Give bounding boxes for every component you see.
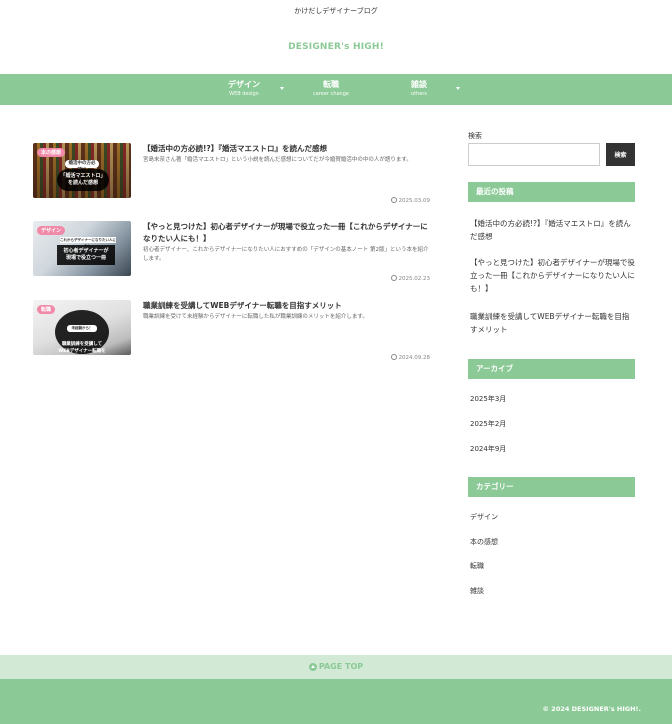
post-excerpt: 宮島未奈さん著「婚活マエストロ」という小説を読んだ感想についてだが今婚賀婚活中の… <box>143 157 412 163</box>
nav-item-sublabel: career change <box>313 91 349 97</box>
recent-post-link[interactable]: 【やっと見つけた】初心者デザイナーが現場で役立った一冊【これからデザイナーになり… <box>470 256 635 295</box>
post-title[interactable]: 【やっと見つけた】初心者デザイナーが現場で役立った一冊【これからデザイナーになり… <box>143 221 430 245</box>
post-thumbnail[interactable]: デザイン これからデザイナーになりたい人にも！ 初心者デザイナーが 現場で役立つ… <box>33 221 131 276</box>
post-thumbnail[interactable]: 本の感想 婚活中の方必読!? 「婚活マエストロ」 を読んだ感想 <box>33 143 131 198</box>
archive-link[interactable]: 2024年9月 <box>470 444 506 454</box>
site-logo[interactable]: DESIGNER's HIGH! <box>0 42 672 52</box>
global-nav: デザイン WEB design 転職 career change 雑談 othe… <box>0 74 672 105</box>
category-link[interactable]: 雑談 <box>470 586 484 596</box>
thumbnail-title: 初心者デザイナーが 現場で役立つ一冊 <box>57 245 115 265</box>
chevron-down-icon[interactable] <box>280 87 284 90</box>
site-footer: © 2024 DESIGNER's HIGH!. <box>0 679 672 724</box>
chevron-down-icon[interactable] <box>456 87 460 90</box>
post-thumbnail[interactable]: 転職 未経験から！ 職業訓練を受講して WEBデザイナー転職を 目指すメリット <box>33 300 131 355</box>
widget-title-category: カテゴリー <box>468 477 635 497</box>
category-tag: デザイン <box>37 226 66 235</box>
search-input[interactable] <box>468 143 600 166</box>
thumbnail-title: 「婚活マエストロ」 を読んだ感想 <box>57 169 109 191</box>
nav-item-career[interactable]: 転職 career change <box>306 79 356 99</box>
nav-item-design[interactable]: デザイン WEB design <box>222 79 266 99</box>
nav-item-sublabel: others <box>411 91 427 97</box>
nav-item-label: 雑談 <box>411 80 427 89</box>
category-link[interactable]: デザイン <box>470 512 498 522</box>
category-link[interactable]: 転職 <box>470 561 484 571</box>
post-title[interactable]: 【婚活中の方必読!?】『婚活マエストロ』を読んだ感想 <box>143 143 430 155</box>
category-tag: 本の感想 <box>37 148 66 157</box>
nav-item-label: デザイン <box>228 80 260 89</box>
page-top-button[interactable]: PAGE TOP <box>0 655 672 679</box>
recent-post-link[interactable]: 【婚活中の方必読!?】『婚活マエストロ』を読んだ感想 <box>470 217 635 243</box>
nav-item-sublabel: WEB design <box>229 91 259 97</box>
recent-post-link[interactable]: 職業訓練を受講してWEBデザイナー転職を目指すメリット <box>470 310 635 336</box>
thumbnail-subtitle: 未経験から！ <box>67 325 97 332</box>
post-excerpt: 初心者デザイナー、これからデザイナーになりたい人におすすめの「デザインの基本ノー… <box>143 247 429 262</box>
copyright: © 2024 DESIGNER's HIGH!. <box>542 705 641 713</box>
search-button[interactable]: 検索 <box>606 143 635 166</box>
post-title[interactable]: 職業訓練を受講してWEBデザイナー転職を目指すメリット <box>143 300 430 312</box>
thumbnail-subtitle: これからデザイナーになりたい人にも！ <box>60 237 116 248</box>
thumbnail-title: 未経験から！ 職業訓練を受講して WEBデザイナー転職を 目指すメリット <box>55 310 109 354</box>
post-card[interactable]: 本の感想 婚活中の方必読!? 「婚活マエストロ」 を読んだ感想 【婚活中の方必読… <box>33 143 430 204</box>
widget-title-archive: アーカイブ <box>468 359 635 379</box>
category-link[interactable]: 本の感想 <box>470 537 498 547</box>
clock-icon <box>390 197 397 203</box>
arrow-up-icon <box>308 663 317 671</box>
widget-title-recent: 最近の投稿 <box>468 182 635 202</box>
post-card[interactable]: 転職 未経験から！ 職業訓練を受講して WEBデザイナー転職を 目指すメリット … <box>33 300 430 361</box>
site-tagline: かけだしデザイナーブログ <box>294 7 378 15</box>
archive-link[interactable]: 2025年3月 <box>470 394 506 404</box>
clock-icon <box>390 275 397 281</box>
post-date: 2025.02.23 <box>390 275 430 282</box>
post-date: 2025.03.09 <box>390 197 430 204</box>
archive-link[interactable]: 2025年2月 <box>470 419 506 429</box>
nav-item-others[interactable]: 雑談 others <box>398 79 440 99</box>
nav-item-label: 転職 <box>323 80 339 89</box>
category-tag: 転職 <box>37 305 56 314</box>
post-excerpt: 職業訓練を受けて未経験からデザイナーに転職した私が職業訓練のメリットを紹介します… <box>143 314 368 320</box>
post-date: 2024.09.28 <box>390 354 430 361</box>
clock-icon <box>390 354 397 360</box>
page-top-label: PAGE TOP <box>318 662 364 671</box>
thumbnail-subtitle: 婚活中の方必読!? <box>65 160 99 173</box>
post-card[interactable]: デザイン これからデザイナーになりたい人にも！ 初心者デザイナーが 現場で役立つ… <box>33 221 430 282</box>
search-label: 検索 <box>468 132 482 140</box>
